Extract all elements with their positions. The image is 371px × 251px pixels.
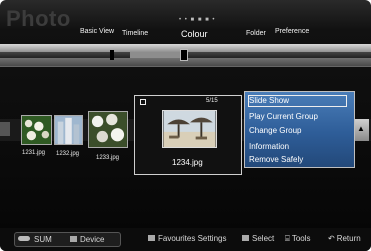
thumbnail-1232-label: 1232.jpg [56,151,80,157]
thumbnail-1231-label: 1231.jpg [22,150,46,156]
tools-context-menu: Slide Show Play Current Group Change Gro… [244,91,355,168]
tv-screen: Photo Basic View Timeline • • ■ ■ ■ • Co… [0,0,371,251]
white-flowers-image [89,112,127,147]
sum-label: SUM [34,235,52,244]
select-checkbox[interactable] [140,99,146,105]
thumbnail-1233-label: 1233.jpg [96,155,120,161]
select-button[interactable]: Select [242,234,274,243]
tools-button[interactable]: ⌸ Tools [285,234,311,244]
select-label: Select [252,234,275,243]
sum-indicator: SUM [18,235,52,244]
tools-label: Tools [291,234,311,243]
app-title: Photo [6,6,71,31]
select-square-icon [242,235,249,241]
tab-colour[interactable]: Colour [181,29,208,39]
menu-item-remove-safely[interactable]: Remove Safely [249,155,303,164]
favourites-square-icon [148,235,155,241]
beach-umbrellas-image [163,111,216,147]
favourites-settings-button[interactable]: Favourites Settings [148,234,226,243]
flowers-image [22,116,51,144]
thumbnail-1232[interactable] [54,115,83,145]
menu-item-play-current-group[interactable]: Play Current Group [249,112,318,121]
return-button[interactable]: ↶ Return [328,234,361,243]
menu-item-slide-show[interactable]: Slide Show [249,96,289,105]
menu-item-change-group[interactable]: Change Group [249,126,301,135]
menu-item-information[interactable]: Information [249,142,289,151]
favourites-label: Favourites Settings [158,234,227,243]
selected-photo-name: 1234.jpg [172,158,203,167]
device-label: Device [80,235,105,244]
return-icon: ↶ [328,234,335,243]
colour-slider-handle[interactable] [180,49,188,61]
city-image [55,116,82,144]
scroll-left-handle[interactable] [0,122,10,136]
selected-photo-image [162,110,217,148]
colour-marker [110,50,114,60]
tab-basic-view[interactable]: Basic View [80,28,114,35]
thumbnail-1231[interactable] [21,115,52,145]
tools-icon: ⌸ [285,234,290,243]
tab-preference[interactable]: Preference [275,28,309,35]
tab-folder[interactable]: Folder [246,30,266,37]
tab-timeline[interactable]: Timeline [122,30,148,37]
thumbnail-1233[interactable] [88,111,128,148]
photo-counter: 5/15 [206,98,218,104]
return-label: Return [336,234,361,243]
device-square-icon [70,236,77,242]
sum-device-icon [18,236,30,241]
view-mode-indicator: • • ■ ■ ■ • [179,17,216,23]
triangle-up-icon: ▲ [357,124,365,133]
scroll-right-button[interactable]: ▲ [355,119,369,141]
band-divider [0,66,371,67]
device-indicator[interactable]: Device [70,235,104,244]
colour-slider-highlight [130,52,180,58]
